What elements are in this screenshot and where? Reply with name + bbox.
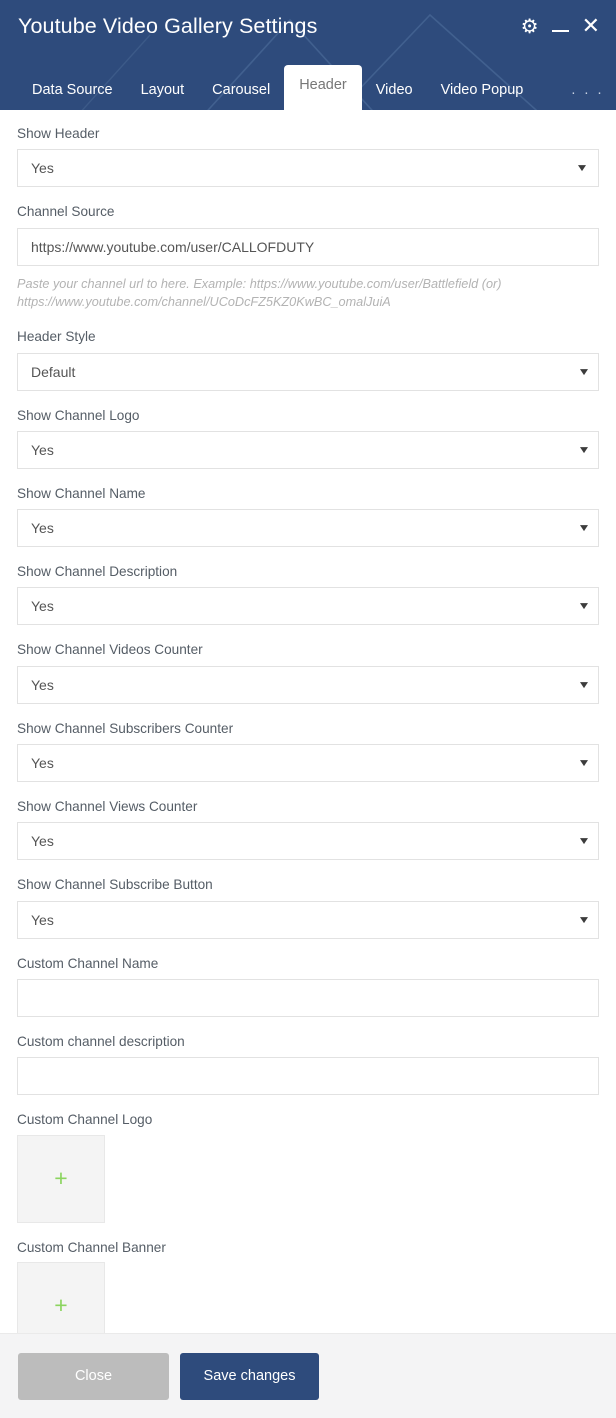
select-show-channel-logo-value: Yes bbox=[17, 430, 599, 469]
channel-source-input[interactable]: https://www.youtube.com/user/CALLOFDUTY bbox=[17, 227, 599, 266]
field-show-channel-description: Show Channel Description Yes bbox=[17, 564, 599, 626]
window-controls: ⚙ ✕ bbox=[521, 15, 600, 37]
close-glyph: ✕ bbox=[581, 13, 600, 38]
tab-layout[interactable]: Layout bbox=[127, 72, 199, 111]
plus-icon: + bbox=[54, 1165, 68, 1192]
settings-modal: Youtube Video Gallery Settings ⚙ ✕ Data … bbox=[0, 0, 616, 1418]
tab-video[interactable]: Video bbox=[362, 72, 427, 111]
select-show-channel-name[interactable]: Yes bbox=[17, 509, 599, 548]
settings-form: Show Header Yes Channel Source https://w… bbox=[0, 110, 616, 1333]
label-custom-channel-name: Custom Channel Name bbox=[17, 955, 159, 971]
save-changes-button[interactable]: Save changes bbox=[180, 1352, 319, 1400]
field-custom-channel-description: Custom channel description bbox=[17, 1034, 599, 1096]
label-custom-channel-logo: Custom Channel Logo bbox=[17, 1112, 153, 1128]
tab-bar: Data Source Layout Carousel Header Video… bbox=[0, 62, 616, 110]
select-header-style[interactable]: Default bbox=[17, 352, 599, 391]
label-show-channel-videos-counter: Show Channel Videos Counter bbox=[17, 642, 203, 658]
plus-icon: + bbox=[54, 1292, 68, 1319]
tab-data-source[interactable]: Data Source bbox=[18, 72, 127, 111]
label-show-channel-name: Show Channel Name bbox=[17, 485, 146, 501]
field-show-channel-logo: Show Channel Logo Yes bbox=[17, 408, 599, 469]
field-show-channel-subscribe-button: Show Channel Subscribe Button Yes bbox=[17, 877, 599, 939]
select-show-channel-views-counter-value: Yes bbox=[17, 822, 599, 861]
select-show-channel-name-value: Yes bbox=[17, 509, 599, 548]
select-header-style-value: Default bbox=[17, 352, 599, 391]
field-custom-channel-banner: Custom Channel Banner + bbox=[17, 1240, 599, 1333]
close-icon[interactable]: ✕ bbox=[582, 15, 600, 37]
select-show-channel-logo[interactable]: Yes bbox=[17, 430, 599, 469]
select-show-channel-description-value: Yes bbox=[17, 587, 599, 626]
label-show-channel-logo: Show Channel Logo bbox=[17, 407, 140, 423]
modal-footer: Close Save changes bbox=[0, 1333, 616, 1418]
select-show-channel-subscribe-button-value: Yes bbox=[17, 900, 599, 939]
select-show-channel-views-counter[interactable]: Yes bbox=[17, 822, 599, 861]
field-show-channel-subscribers-counter: Show Channel Subscribers Counter Yes bbox=[17, 720, 599, 783]
custom-channel-banner-upload[interactable]: + bbox=[17, 1261, 105, 1333]
field-show-channel-name: Show Channel Name Yes bbox=[17, 485, 599, 548]
custom-channel-name-input[interactable] bbox=[17, 979, 599, 1018]
field-channel-source: Channel Source https://www.youtube.com/u… bbox=[17, 204, 599, 312]
label-show-channel-description: Show Channel Description bbox=[17, 564, 178, 580]
channel-source-help: Paste your channel url to here. Example:… bbox=[17, 276, 502, 310]
tab-video-popup[interactable]: Video Popup bbox=[427, 72, 538, 111]
label-custom-channel-banner: Custom Channel Banner bbox=[17, 1239, 166, 1255]
select-show-channel-subscribers-counter-value: Yes bbox=[17, 744, 599, 783]
field-show-header: Show Header Yes bbox=[17, 126, 599, 188]
custom-channel-description-input[interactable] bbox=[17, 1057, 599, 1096]
field-show-channel-views-counter: Show Channel Views Counter Yes bbox=[17, 799, 599, 861]
tab-overflow-button[interactable]: . . . bbox=[537, 72, 614, 111]
label-show-channel-subscribe-button: Show Channel Subscribe Button bbox=[17, 877, 213, 893]
label-channel-source: Channel Source bbox=[17, 204, 115, 220]
select-show-channel-videos-counter[interactable]: Yes bbox=[17, 665, 599, 704]
minimize-glyph bbox=[551, 30, 569, 32]
select-show-header-value: Yes bbox=[17, 149, 599, 188]
page-title: Youtube Video Gallery Settings bbox=[18, 14, 318, 38]
field-header-style: Header Style Default bbox=[17, 329, 599, 391]
select-show-channel-videos-counter-value: Yes bbox=[17, 665, 599, 704]
field-custom-channel-logo: Custom Channel Logo + bbox=[17, 1112, 599, 1223]
modal-titlebar: Youtube Video Gallery Settings ⚙ ✕ Data … bbox=[0, 0, 616, 110]
tab-carousel[interactable]: Carousel bbox=[198, 72, 284, 111]
label-show-channel-subscribers-counter: Show Channel Subscribers Counter bbox=[17, 720, 234, 736]
label-custom-channel-description: Custom channel description bbox=[17, 1034, 185, 1050]
label-show-header: Show Header bbox=[17, 126, 100, 141]
close-button[interactable]: Close bbox=[18, 1352, 169, 1400]
gear-glyph: ⚙ bbox=[520, 15, 539, 38]
select-show-channel-subscribe-button[interactable]: Yes bbox=[17, 900, 599, 939]
select-show-channel-description[interactable]: Yes bbox=[17, 587, 599, 626]
custom-channel-logo-upload[interactable]: + bbox=[17, 1134, 105, 1223]
label-header-style: Header Style bbox=[17, 329, 96, 345]
select-show-channel-subscribers-counter[interactable]: Yes bbox=[17, 744, 599, 783]
select-show-header[interactable]: Yes bbox=[17, 149, 599, 188]
field-show-channel-videos-counter: Show Channel Videos Counter Yes bbox=[17, 642, 599, 704]
tab-header[interactable]: Header bbox=[284, 64, 362, 110]
gear-icon[interactable]: ⚙ bbox=[521, 16, 539, 37]
label-show-channel-views-counter: Show Channel Views Counter bbox=[17, 799, 198, 815]
minimize-icon[interactable] bbox=[551, 20, 569, 32]
field-custom-channel-name: Custom Channel Name bbox=[17, 955, 599, 1018]
